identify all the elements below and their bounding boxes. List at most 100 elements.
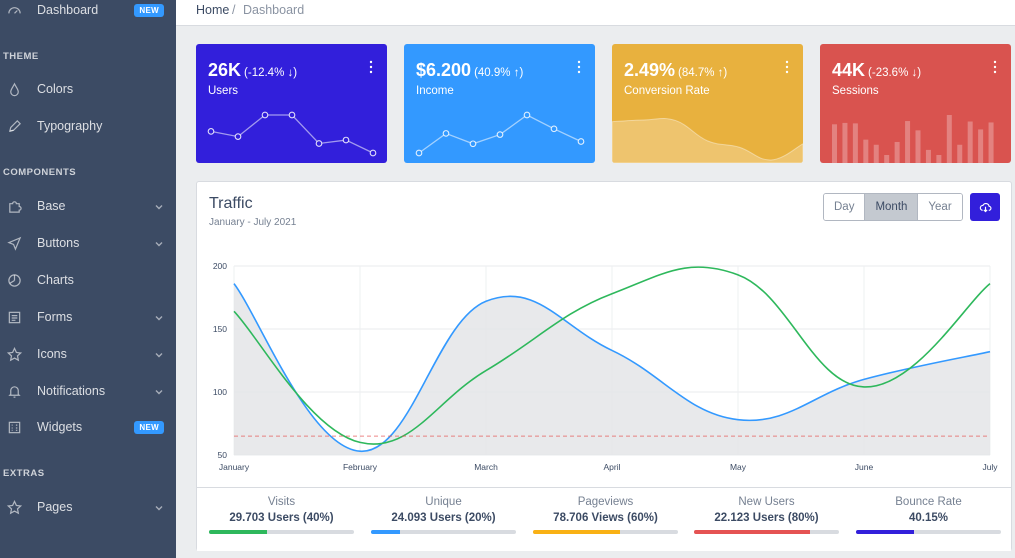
stat-label: Pageviews (577, 496, 634, 508)
progress-fill (856, 530, 914, 534)
sidebar-item-base[interactable]: Base (0, 188, 176, 224)
breadcrumb-home-link[interactable]: Home (196, 3, 229, 17)
chevron-down-icon (154, 502, 164, 512)
progress-bar (694, 530, 839, 534)
y-tick-label: 150 (213, 324, 227, 334)
sparkline-point (496, 131, 504, 138)
x-tick-label: March (474, 462, 498, 472)
sidebar-item-label: Pages (37, 500, 73, 514)
stat-value: 40.15% (908, 512, 948, 524)
stat-new-users: New Users 22.123 Users (80%) (694, 496, 839, 534)
range-button-day[interactable]: Day (824, 194, 865, 220)
sidebar-section-extras: EXTRAS (3, 468, 45, 479)
sidebar-item-label: Typography (37, 119, 103, 133)
progress-fill (533, 530, 620, 534)
widget-area-chart (612, 118, 803, 163)
more-options-icon[interactable] (369, 60, 373, 74)
stat-pageviews: Pageviews 78.706 Views (60%) (533, 496, 678, 534)
sidebar-item-label: Notifications (37, 384, 106, 398)
new-badge: NEW (134, 420, 164, 434)
sparkline-point (369, 149, 377, 157)
download-button[interactable] (970, 193, 1000, 221)
sidebar-item-dashboard[interactable]: Dashboard NEW (0, 0, 176, 28)
sidebar-item-icons[interactable]: Icons (0, 336, 176, 372)
stat-value: 22.123 Users (80%) (714, 512, 819, 524)
sidebar-item-typography[interactable]: Typography (0, 108, 176, 144)
sidebar-item-pages[interactable]: Pages (0, 489, 176, 525)
sidebar-item-charts[interactable]: Charts (0, 262, 176, 298)
progress-bar (533, 530, 678, 534)
traffic-stats: Visits 29.703 Users (40%) Unique 24.093 … (197, 487, 1011, 551)
widget-value: 44K (-23.6% ↓) (832, 60, 922, 80)
card-subtitle: January - July 2021 (209, 217, 297, 228)
sidebar-item-label: Icons (37, 347, 67, 361)
progress-bar (209, 530, 354, 534)
sidebar-item-label: Colors (37, 82, 74, 96)
bar-mark (842, 122, 848, 163)
widget-value: $6.200 (40.9% ↑) (416, 60, 524, 80)
sidebar-item-label: Forms (37, 310, 73, 324)
progress-fill (209, 530, 267, 534)
drop-icon (6, 81, 22, 97)
x-tick-label: July (982, 462, 998, 472)
progress-bar (371, 530, 516, 534)
x-tick-label: February (343, 462, 378, 472)
speedometer-icon (6, 2, 22, 18)
bar-mark (832, 124, 837, 163)
bar-mark (988, 122, 994, 163)
stat-value: 29.703 Users (40%) (229, 512, 334, 524)
range-button-year[interactable]: Year (917, 194, 962, 220)
y-tick-label: 200 (213, 261, 227, 271)
pencil-icon (6, 118, 22, 134)
bell-icon (6, 383, 22, 399)
bar-mark (936, 155, 942, 163)
sidebar-item-forms[interactable]: Forms (0, 299, 176, 335)
widget-sparkline (207, 111, 377, 157)
widget-bar-chart (832, 115, 994, 163)
notes-icon (6, 309, 22, 325)
puzzle-icon (6, 198, 22, 214)
more-options-icon[interactable] (993, 60, 997, 74)
bar-mark (884, 155, 890, 163)
more-options-icon[interactable] (577, 60, 581, 74)
stat-bounce-rate: Bounce Rate 40.15% (856, 496, 1001, 534)
sparkline-point (261, 111, 269, 119)
sparkline-point (442, 130, 450, 137)
bar-mark (957, 144, 963, 163)
calculator-icon (6, 419, 22, 435)
bar-mark (915, 130, 921, 163)
stat-value: 24.093 Users (20%) (391, 512, 496, 524)
progress-fill (694, 530, 810, 534)
range-button-month[interactable]: Month (864, 194, 918, 220)
widget-conversion-rate: 2.49% (84.7% ↑) Conversion Rate (612, 44, 803, 163)
widget-change: (40.9% ↑) (474, 67, 524, 79)
card-title: Traffic (209, 195, 253, 212)
sparkline-point (234, 133, 242, 140)
bar-mark (873, 144, 879, 163)
sparkline-point (315, 140, 323, 147)
sidebar-item-widgets[interactable]: Widgets NEW (0, 409, 176, 445)
sidebar-item-buttons[interactable]: Buttons (0, 225, 176, 261)
stat-label: New Users (738, 496, 795, 508)
widget-change: (-12.4% ↓) (244, 67, 298, 79)
sidebar-item-label: Charts (37, 273, 74, 287)
stat-value: 78.706 Views (60%) (553, 512, 658, 524)
widget-label: Income (416, 85, 454, 97)
bar-mark (852, 123, 858, 163)
sparkline-point (342, 136, 350, 144)
sidebar-section-theme: THEME (3, 51, 39, 62)
more-options-icon[interactable] (785, 60, 789, 74)
widget-label: Users (208, 85, 239, 97)
sidebar-item-colors[interactable]: Colors (0, 71, 176, 107)
x-tick-label: May (730, 462, 747, 472)
bar-mark (967, 121, 973, 163)
chevron-down-icon (154, 201, 164, 211)
chevron-down-icon (154, 386, 164, 396)
x-tick-label: April (603, 462, 620, 472)
progress-fill (371, 530, 400, 534)
progress-bar (856, 530, 1001, 534)
sparkline-point (207, 128, 215, 135)
sidebar-item-label: Base (37, 199, 66, 213)
star-icon (6, 346, 22, 362)
sidebar-item-notifications[interactable]: Notifications (0, 373, 176, 409)
